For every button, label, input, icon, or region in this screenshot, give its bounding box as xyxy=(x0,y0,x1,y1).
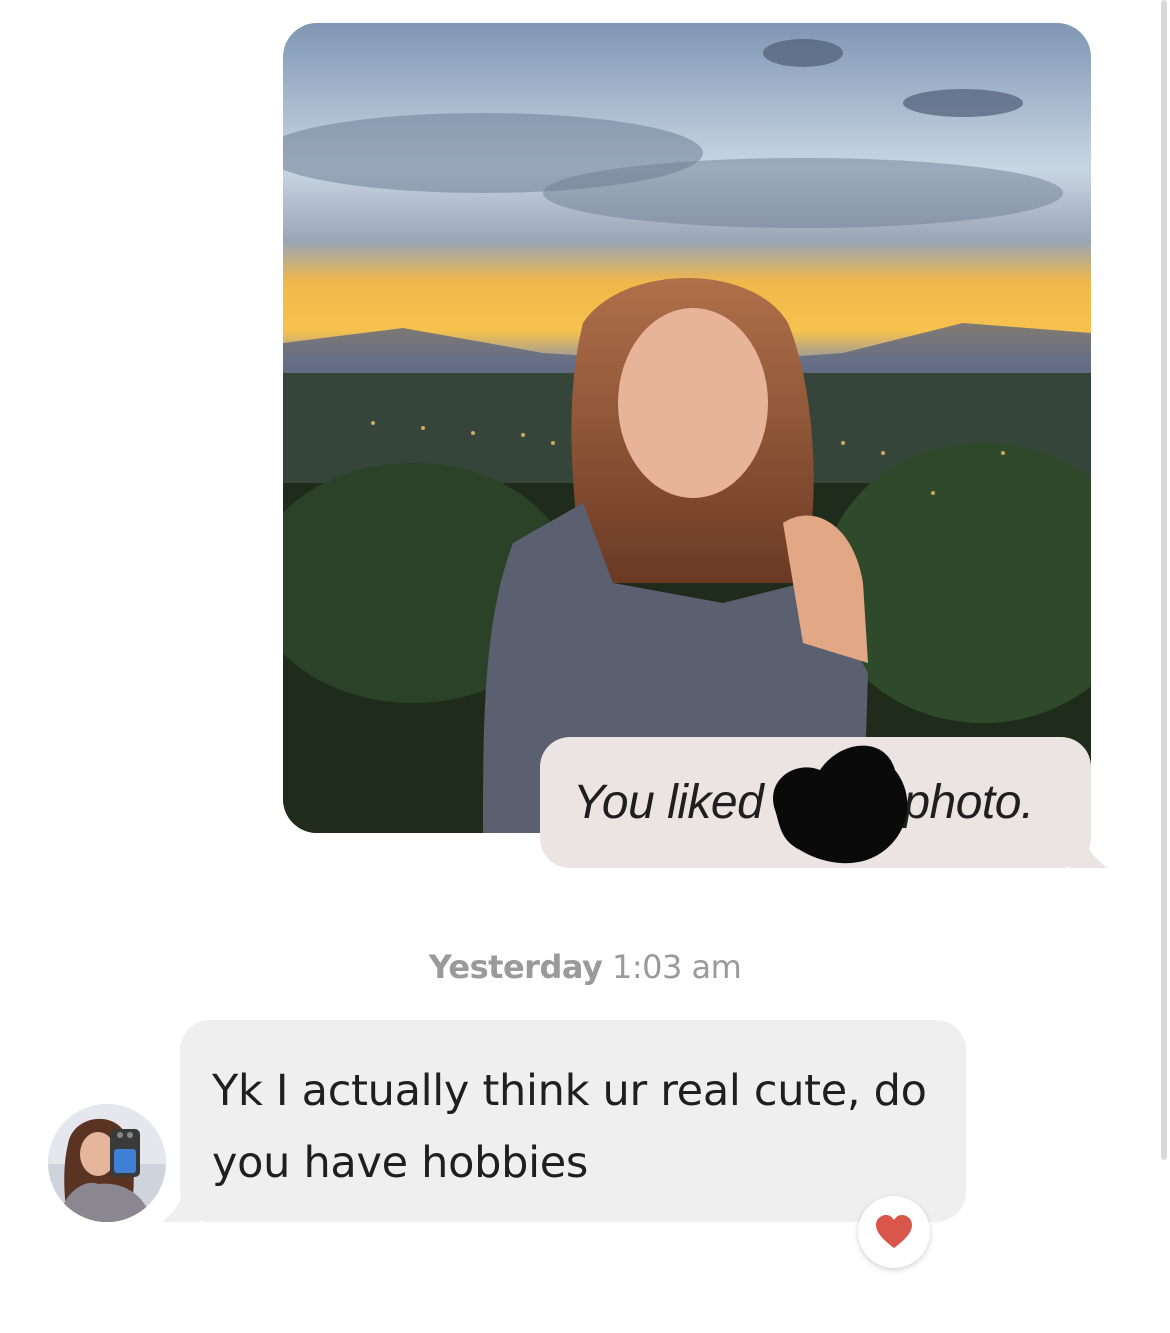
message-timestamp: Yesterday 1:03 am xyxy=(0,948,1170,986)
redaction-mark xyxy=(773,745,908,864)
timestamp-day: Yesterday xyxy=(428,948,603,986)
avatar[interactable] xyxy=(48,1104,166,1222)
like-message-button[interactable] xyxy=(858,1196,930,1268)
message-bubble-tail xyxy=(162,1168,200,1222)
liked-photo[interactable] xyxy=(283,23,1091,833)
scrollbar[interactable] xyxy=(1161,0,1167,1160)
liked-prefix: You liked xyxy=(573,776,764,829)
liked-suffix: photo. xyxy=(903,776,1034,829)
timestamp-time: 1:03 am xyxy=(612,948,742,986)
heart-icon xyxy=(876,1215,912,1248)
message-text: Yk I actually think ur real cute, do you… xyxy=(212,1066,927,1188)
liked-bubble-tail xyxy=(1070,820,1108,868)
